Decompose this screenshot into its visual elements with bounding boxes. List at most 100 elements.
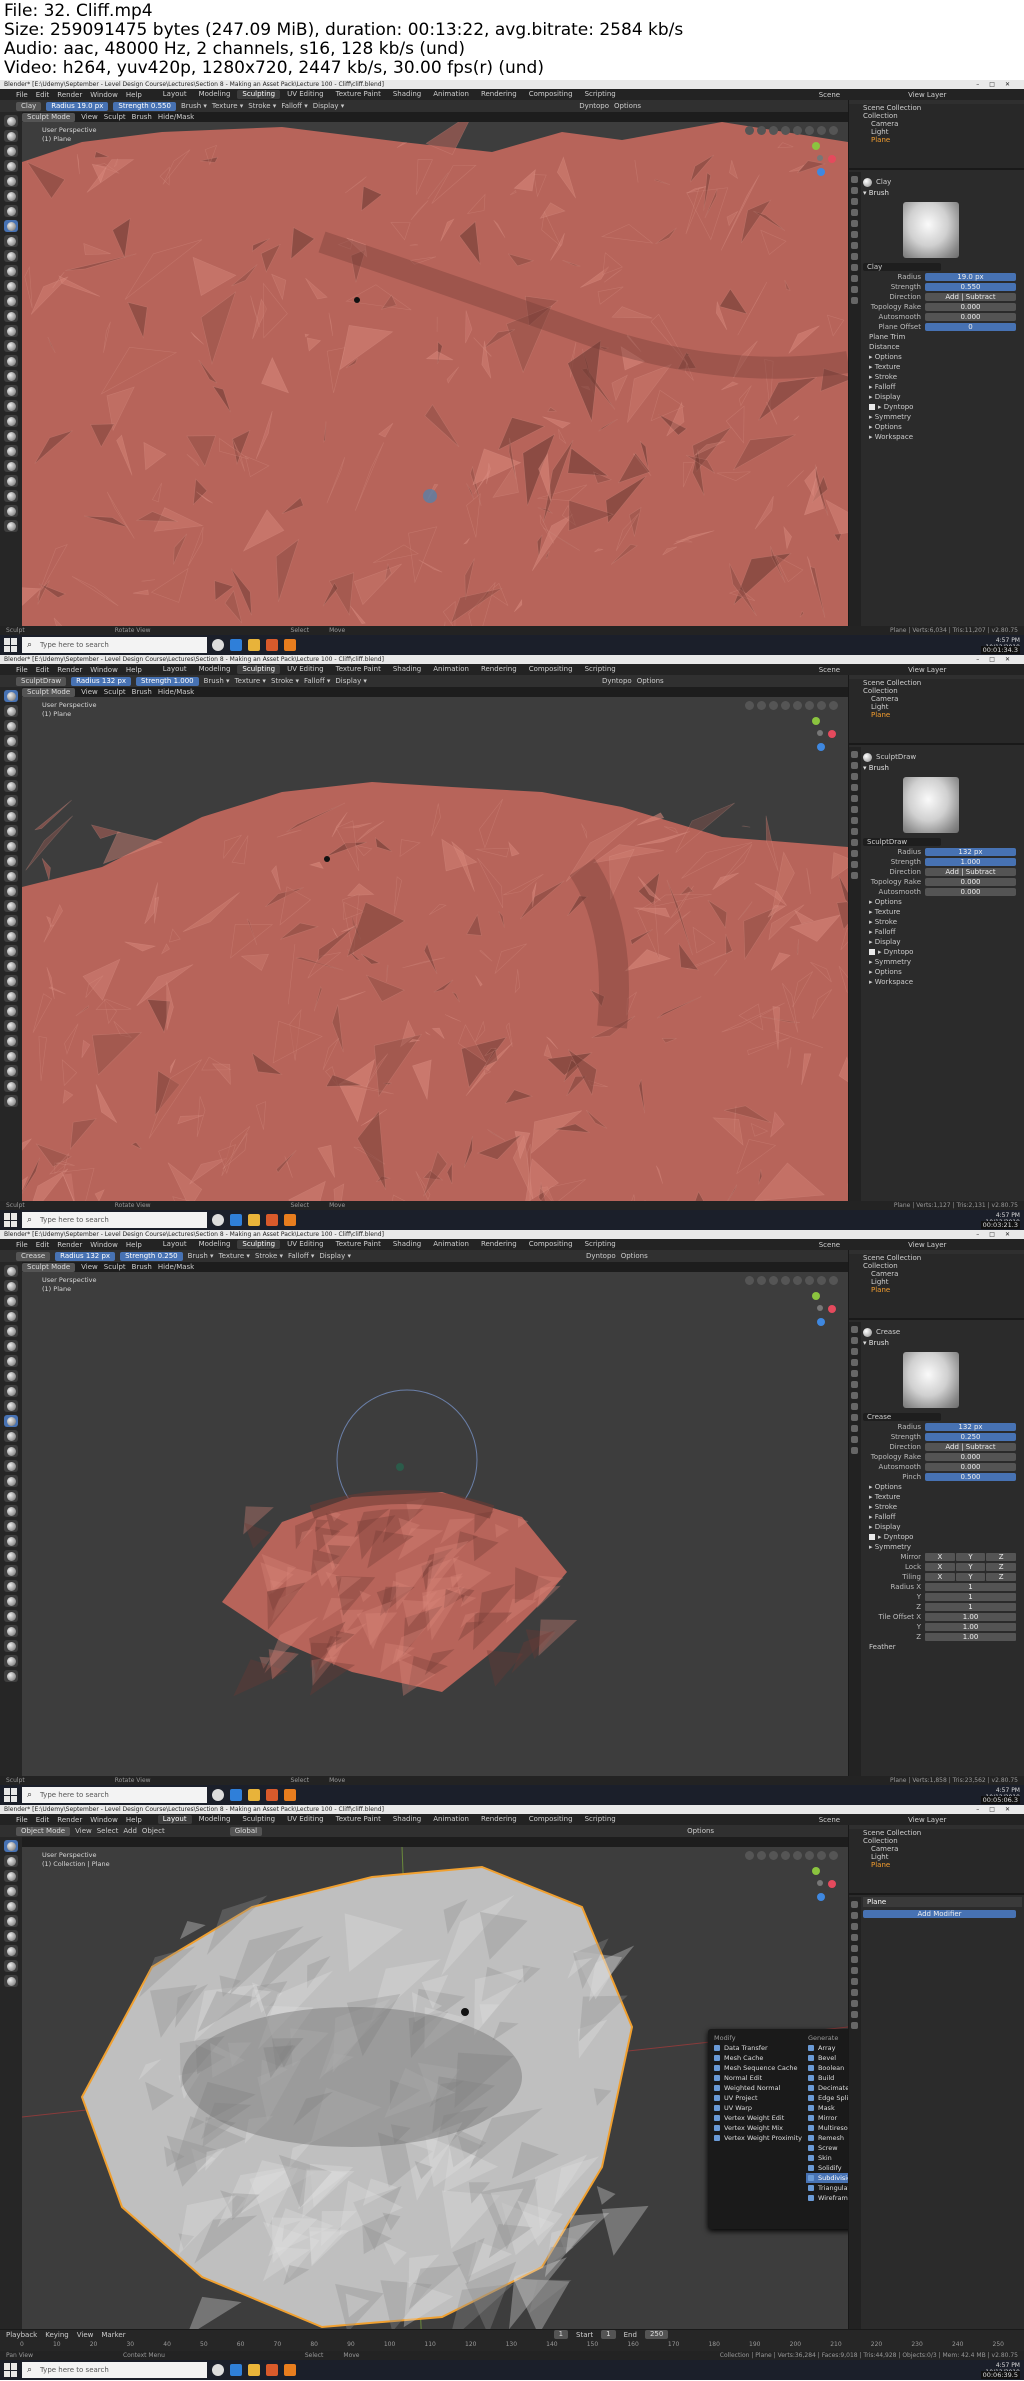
- properties-tab-icon[interactable]: [851, 209, 858, 216]
- radius-field[interactable]: Radius 132 px: [71, 676, 132, 686]
- sculpt-tool-button[interactable]: [4, 855, 18, 867]
- outliner-item-camera[interactable]: Camera: [849, 695, 1024, 703]
- axis-x-icon[interactable]: [828, 730, 836, 738]
- shading-icon[interactable]: [769, 701, 778, 710]
- sculpt-tool-button[interactable]: [4, 1505, 18, 1517]
- axis-y-icon[interactable]: [812, 1292, 820, 1300]
- tool-menu-texture[interactable]: Texture ▾: [235, 677, 266, 685]
- options-menu[interactable]: Options: [637, 677, 664, 685]
- blender-icon[interactable]: [284, 639, 296, 651]
- properties-tab-icon[interactable]: [851, 231, 858, 238]
- modifier-item[interactable]: Boolean: [806, 2063, 848, 2073]
- prop-value[interactable]: 0.500: [925, 1473, 1016, 1481]
- modifier-item[interactable]: Vertex Weight Proximity: [712, 2133, 802, 2143]
- window-controls[interactable]: –□✕: [976, 1805, 1020, 1814]
- properties-tab-icon[interactable]: [851, 1923, 858, 1930]
- sculpt-tool-button[interactable]: [4, 1550, 18, 1562]
- axis-c-icon[interactable]: [817, 730, 823, 736]
- sculpt-tool-button[interactable]: [4, 1310, 18, 1322]
- outliner-item-collection[interactable]: Collection: [849, 1262, 1024, 1270]
- modifier-item[interactable]: Edge Split: [806, 2093, 848, 2103]
- tool-menu-brush[interactable]: Brush ▾: [181, 102, 207, 110]
- prop-value[interactable]: 0.000: [925, 1453, 1016, 1461]
- sculpt-tool-button[interactable]: [4, 1445, 18, 1457]
- tool-menu-display[interactable]: Display ▾: [335, 677, 367, 685]
- strength-field[interactable]: Strength 0.250: [120, 1251, 183, 1261]
- sculpt-tool-button[interactable]: [4, 1900, 18, 1912]
- active-brush-field[interactable]: SculptDraw: [16, 676, 67, 686]
- axis-x-icon[interactable]: [828, 155, 836, 163]
- workspace-tab-scripting[interactable]: Scripting: [580, 1815, 621, 1824]
- menu-edit[interactable]: Edit: [36, 666, 50, 674]
- workspace-tab-compositing[interactable]: Compositing: [524, 1240, 578, 1249]
- shading-icon[interactable]: [793, 1851, 802, 1860]
- panel-section-falloff[interactable]: ▸ Falloff: [863, 382, 1022, 392]
- properties-tab-icon[interactable]: [851, 1956, 858, 1963]
- mode-selector[interactable]: Sculpt Mode: [22, 112, 76, 122]
- properties-tab-icon[interactable]: [851, 1359, 858, 1366]
- outliner-item-light[interactable]: Light: [849, 1853, 1024, 1861]
- tool-menu-stroke[interactable]: Stroke ▾: [271, 677, 299, 685]
- prop-value[interactable]: 0.000: [925, 313, 1016, 321]
- 3d-viewport[interactable]: User Perspective (1) Plane: [22, 1272, 848, 1776]
- sculpt-tool-button[interactable]: [4, 385, 18, 397]
- workspace-tab-texture-paint[interactable]: Texture Paint: [331, 1815, 386, 1824]
- modifier-item[interactable]: Decimate: [806, 2083, 848, 2093]
- shading-icon[interactable]: [793, 701, 802, 710]
- outliner-item-light[interactable]: Light: [849, 128, 1024, 136]
- tool-menu-display[interactable]: Display ▾: [319, 1252, 351, 1260]
- panel-section-symmetry[interactable]: ▸ Symmetry: [863, 412, 1022, 422]
- panel-section-symmetry[interactable]: ▸ Symmetry: [863, 957, 1022, 967]
- dyntopo-toggle[interactable]: Dyntopo: [602, 677, 632, 685]
- workspace-tab-uv-editing[interactable]: UV Editing: [282, 90, 329, 99]
- modifier-item[interactable]: Mesh Sequence Cache: [712, 2063, 802, 2073]
- sculpt-tool-button[interactable]: [4, 765, 18, 777]
- sculpt-tool-button[interactable]: [4, 1400, 18, 1412]
- task-view-icon[interactable]: [212, 639, 224, 651]
- strength-field[interactable]: Strength 1.000: [136, 676, 199, 686]
- sculpt-tool-button[interactable]: [4, 690, 18, 702]
- properties-tab-icon[interactable]: [851, 1403, 858, 1410]
- sculpt-tool-button[interactable]: [4, 1415, 18, 1427]
- modifier-item[interactable]: UV Warp: [712, 2103, 802, 2113]
- sculpt-tool-button[interactable]: [4, 145, 18, 157]
- shading-icon[interactable]: [817, 701, 826, 710]
- workspace-tab-layout[interactable]: Layout: [158, 665, 192, 674]
- view-layer-selector[interactable]: View Layer: [908, 1241, 946, 1249]
- properties-tab-icon[interactable]: [851, 242, 858, 249]
- mode-selector[interactable]: Object Mode: [16, 1826, 71, 1836]
- axis-y-icon[interactable]: [812, 142, 820, 150]
- sculpt-tool-button[interactable]: [4, 930, 18, 942]
- sculpt-tool-button[interactable]: [4, 1430, 18, 1442]
- header-menu-brush[interactable]: Brush: [132, 688, 152, 696]
- axis-y-icon[interactable]: [812, 717, 820, 725]
- workspace-tab-shading[interactable]: Shading: [388, 665, 426, 674]
- 3d-viewport[interactable]: User Perspective (1) Collection | Plane Mo…: [22, 1847, 848, 2329]
- outliner-item-plane[interactable]: Plane: [849, 1861, 1024, 1869]
- workspace-tab-compositing[interactable]: Compositing: [524, 1815, 578, 1824]
- sculpt-tool-button[interactable]: [4, 945, 18, 957]
- properties-tab-icon[interactable]: [851, 275, 858, 282]
- sculpt-tool-button[interactable]: [4, 1870, 18, 1882]
- prop-value[interactable]: 0.000: [925, 878, 1016, 886]
- modifier-item[interactable]: UV Project: [712, 2093, 802, 2103]
- properties-tab-icon[interactable]: [851, 1967, 858, 1974]
- sculpt-tool-button[interactable]: [4, 1325, 18, 1337]
- axis-c-icon[interactable]: [817, 1305, 823, 1311]
- shading-icon[interactable]: [805, 126, 814, 135]
- sculpt-mesh-view[interactable]: [22, 697, 848, 1201]
- properties-tab-icon[interactable]: [851, 253, 858, 260]
- tool-menu-display[interactable]: Display ▾: [313, 102, 345, 110]
- properties-tab-icon[interactable]: [851, 1989, 858, 1996]
- outliner-item-collection[interactable]: Collection: [849, 687, 1024, 695]
- axis-z-icon[interactable]: [817, 168, 825, 176]
- active-brush-field[interactable]: Clay: [16, 101, 42, 111]
- panel-section-dyntopo[interactable]: ▸ Dyntopo: [863, 402, 1022, 412]
- shading-icon[interactable]: [745, 126, 754, 135]
- sculpt-tool-button[interactable]: [4, 490, 18, 502]
- prop-value[interactable]: 0.250: [925, 1433, 1016, 1441]
- sculpt-tool-button[interactable]: [4, 1960, 18, 1972]
- taskbar-search[interactable]: Type here to search: [22, 1787, 207, 1803]
- modifier-item[interactable]: Bevel: [806, 2053, 848, 2063]
- axis-z-icon[interactable]: [817, 1318, 825, 1326]
